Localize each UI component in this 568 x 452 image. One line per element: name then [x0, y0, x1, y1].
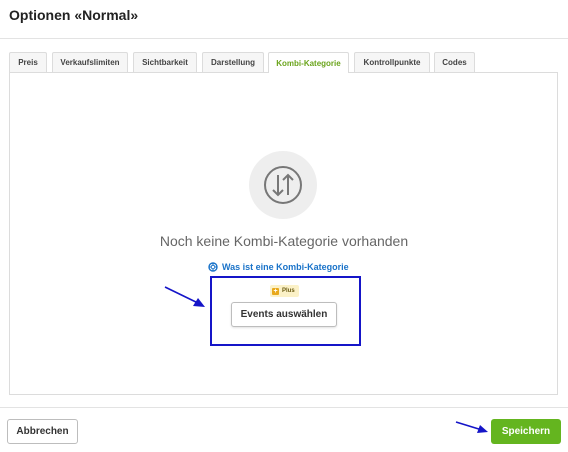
tab-preis[interactable]: Preis [9, 52, 47, 72]
cancel-button[interactable]: Abbrechen [7, 419, 78, 444]
plus-badge-label: Plus [282, 288, 295, 294]
tab-darstellung[interactable]: Darstellung [202, 52, 264, 72]
empty-state-icon-circle [249, 151, 317, 219]
lifebuoy-icon [208, 262, 218, 272]
save-button[interactable]: Speichern [491, 419, 561, 444]
tab-kontrollpunkte[interactable]: Kontrollpunkte [354, 52, 430, 72]
sort-arrows-icon [264, 166, 302, 204]
header-divider [0, 38, 568, 39]
annotation-arrow-icon [455, 421, 488, 433]
dialog-title: Optionen «Normal» [9, 7, 139, 23]
plus-icon: + [272, 287, 279, 295]
select-events-button[interactable]: Events auswählen [231, 302, 337, 327]
help-link[interactable]: Was ist eine Kombi-Kategorie [208, 262, 349, 272]
footer-divider [0, 407, 568, 408]
tab-kombi-kategorie[interactable]: Kombi-Kategorie [268, 52, 349, 73]
tab-verkaufslimiten[interactable]: Verkaufslimiten [52, 52, 128, 72]
help-link-label: Was ist eine Kombi-Kategorie [222, 262, 349, 272]
empty-state-message: Noch keine Kombi-Kategorie vorhanden [159, 233, 409, 249]
plus-badge: + Plus [270, 285, 299, 297]
tab-sichtbarkeit[interactable]: Sichtbarkeit [133, 52, 197, 72]
tab-codes[interactable]: Codes [434, 52, 475, 72]
